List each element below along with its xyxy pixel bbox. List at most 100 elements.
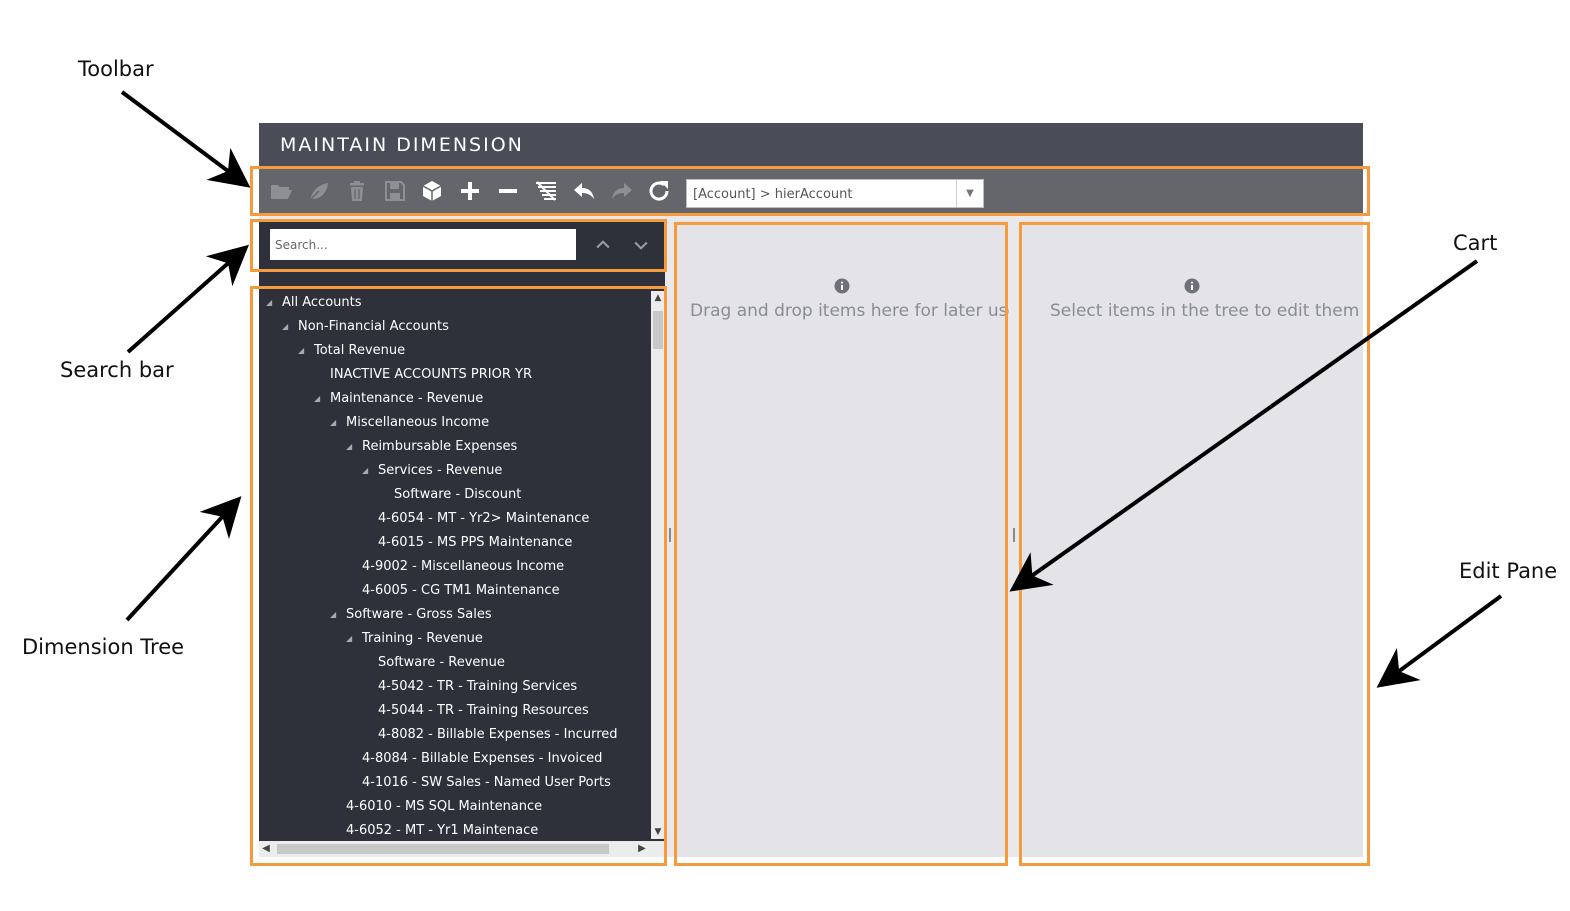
toolbar-arrow [120, 90, 251, 188]
tree-node-label: 4-6015 - MS PPS Maintenance [378, 535, 573, 550]
tree-node-label: Training - Revenue [362, 631, 483, 646]
hierarchy-select-value: [Account] > hierAccount [693, 187, 853, 202]
tree-node-label: 4-8082 - Billable Expenses - Incurred [378, 727, 618, 742]
tree-node[interactable]: 4-1016 - SW Sales - Named User Ports [362, 771, 611, 795]
window-title: MAINTAIN DIMENSION [280, 134, 524, 156]
tree-cart-splitter[interactable] [665, 221, 675, 857]
tree-node-label: 4-5044 - TR - Training Resources [378, 703, 589, 718]
cart-empty-message: Drag and drop items here for later use [690, 301, 1018, 321]
edit-pane-arrow [1376, 594, 1503, 688]
cart-pane[interactable]: Drag and drop items here for later use [677, 221, 1018, 857]
expand-toggle-icon[interactable]: ◢ [346, 627, 358, 651]
expand-toggle-icon[interactable]: ◢ [314, 387, 326, 411]
open-folder-icon[interactable] [267, 177, 295, 205]
expand-toggle-icon[interactable]: ◢ [346, 435, 358, 459]
chevron-up-icon[interactable] [591, 233, 615, 257]
tree-node-label: Software - Gross Sales [346, 607, 492, 622]
tree-node-label: 4-1016 - SW Sales - Named User Ports [362, 775, 611, 790]
tree-node-label: Total Revenue [314, 343, 406, 358]
tree-node-label: 4-6054 - MT - Yr2> Maintenance [378, 511, 590, 526]
cart-edit-splitter[interactable] [1009, 221, 1019, 857]
tree-node[interactable]: ◢ Training - Revenue [346, 627, 483, 651]
search-input[interactable] [270, 229, 576, 260]
search-bar [259, 221, 665, 269]
tree-node[interactable]: ◢ Maintenance - Revenue [314, 387, 484, 411]
chevron-down-icon[interactable] [629, 233, 653, 257]
toolbar-callout: Toolbar [78, 57, 154, 81]
tree-node[interactable]: ◢ Miscellaneous Income [330, 411, 490, 435]
splitter-grip[interactable] [669, 528, 671, 542]
tree-node-label: 4-6005 - CG TM1 Maintenance [362, 583, 560, 598]
minus-icon[interactable] [494, 177, 522, 205]
tree-node[interactable]: 4-6005 - CG TM1 Maintenance [362, 579, 560, 603]
tree-node[interactable]: 4-5042 - TR - Training Services [378, 675, 577, 699]
scroll-left-icon[interactable]: ◀ [259, 841, 273, 857]
tree-node[interactable]: ◢ Non-Financial Accounts [282, 315, 449, 339]
tree-horizontal-scrollbar[interactable]: ◀ ▶ [259, 841, 665, 857]
scroll-up-icon[interactable]: ▲ [651, 291, 665, 305]
filter-list-icon[interactable] [532, 177, 560, 205]
title-bar: MAINTAIN DIMENSION [259, 123, 1363, 168]
tree-vertical-scrollbar[interactable]: ▲ ▼ [651, 291, 665, 839]
tree-node-label: Software - Discount [394, 487, 522, 502]
dimension-tree-arrow [125, 496, 242, 622]
tree-node-label: Software - Revenue [378, 655, 505, 670]
dimension-tree: ◢ All Accounts ◢ Non-Financial Accounts ◢ Tot… [259, 291, 651, 837]
scroll-down-icon[interactable]: ▼ [651, 825, 665, 839]
expand-toggle-icon[interactable]: ◢ [266, 291, 278, 315]
tree-node-label: Reimbursable Expenses [362, 439, 518, 454]
tree-node[interactable]: ◢ Software - Gross Sales [330, 603, 492, 627]
edit-pane-callout: Edit Pane [1459, 559, 1558, 583]
search-bar-callout: Search bar [60, 358, 174, 382]
tree-node[interactable]: ◢ All Accounts [266, 291, 362, 315]
hierarchy-select[interactable]: [Account] > hierAccount ▼ [686, 179, 984, 208]
expand-toggle-icon[interactable]: ◢ [298, 339, 310, 363]
dimension-tree-pane: ◢ All Accounts ◢ Non-Financial Accounts ◢ Tot… [259, 221, 665, 857]
tree-node-label: 4-8084 - Billable Expenses - Invoiced [362, 751, 603, 766]
save-icon[interactable] [381, 177, 409, 205]
edit-pane: Select items in the tree to edit them [1023, 221, 1363, 857]
tree-node-label: 4-6010 - MS SQL Maintenance [346, 799, 543, 814]
expand-toggle-icon[interactable]: ◢ [362, 459, 374, 483]
tree-node[interactable]: 4-6015 - MS PPS Maintenance [378, 531, 572, 555]
scroll-right-icon[interactable]: ▶ [635, 841, 649, 857]
expand-toggle-icon[interactable]: ◢ [330, 411, 342, 435]
tree-node[interactable]: Software - Revenue [378, 651, 505, 675]
tree-node[interactable]: 4-6010 - MS SQL Maintenance [346, 795, 542, 819]
tree-node-label: Services - Revenue [378, 463, 503, 478]
tree-node[interactable]: INACTIVE ACCOUNTS PRIOR YR [330, 363, 532, 387]
info-icon [834, 278, 850, 294]
plus-icon[interactable] [456, 177, 484, 205]
tree-node[interactable]: 4-9002 - Miscellaneous Income [362, 555, 564, 579]
tree-node[interactable]: 4-6052 - MT - Yr1 Maintenace [346, 819, 538, 837]
tree-node[interactable]: ◢ Reimbursable Expenses [346, 435, 518, 459]
trash-icon[interactable] [343, 177, 371, 205]
scroll-thumb[interactable] [277, 844, 609, 854]
chevron-down-icon[interactable]: ▼ [956, 180, 983, 207]
tree-node[interactable]: ◢ Total Revenue [298, 339, 406, 363]
search-bar-arrow [126, 244, 249, 354]
tree-node[interactable]: 4-5044 - TR - Training Resources [378, 699, 589, 723]
tree-node-label: 4-6052 - MT - Yr1 Maintenace [346, 823, 539, 837]
undo-icon[interactable] [570, 177, 598, 205]
tree-node-label: INACTIVE ACCOUNTS PRIOR YR [330, 367, 533, 382]
splitter-grip[interactable] [1013, 528, 1015, 542]
tree-node[interactable]: 4-6054 - MT - Yr2> Maintenance [378, 507, 589, 531]
expand-toggle-icon[interactable]: ◢ [282, 315, 294, 339]
tree-node[interactable]: Software - Discount [394, 483, 521, 507]
tree-node-label: Miscellaneous Income [346, 415, 490, 430]
leaf-icon[interactable] [305, 177, 333, 205]
redo-icon[interactable] [608, 177, 636, 205]
tree-node-label: 4-5042 - TR - Training Services [378, 679, 578, 694]
refresh-icon[interactable] [645, 177, 673, 205]
expand-toggle-icon[interactable]: ◢ [330, 603, 342, 627]
tree-node-label: Maintenance - Revenue [330, 391, 484, 406]
tree-node[interactable]: 4-8082 - Billable Expenses - Incurred [378, 723, 618, 747]
tree-node-label: Non-Financial Accounts [298, 319, 449, 334]
tree-node[interactable]: ◢ Services - Revenue [362, 459, 503, 483]
cube-icon[interactable] [418, 177, 446, 205]
dimension-tree-callout: Dimension Tree [22, 635, 185, 659]
scroll-thumb[interactable] [653, 311, 663, 349]
info-icon [1184, 278, 1200, 294]
tree-node[interactable]: 4-8084 - Billable Expenses - Invoiced [362, 747, 602, 771]
